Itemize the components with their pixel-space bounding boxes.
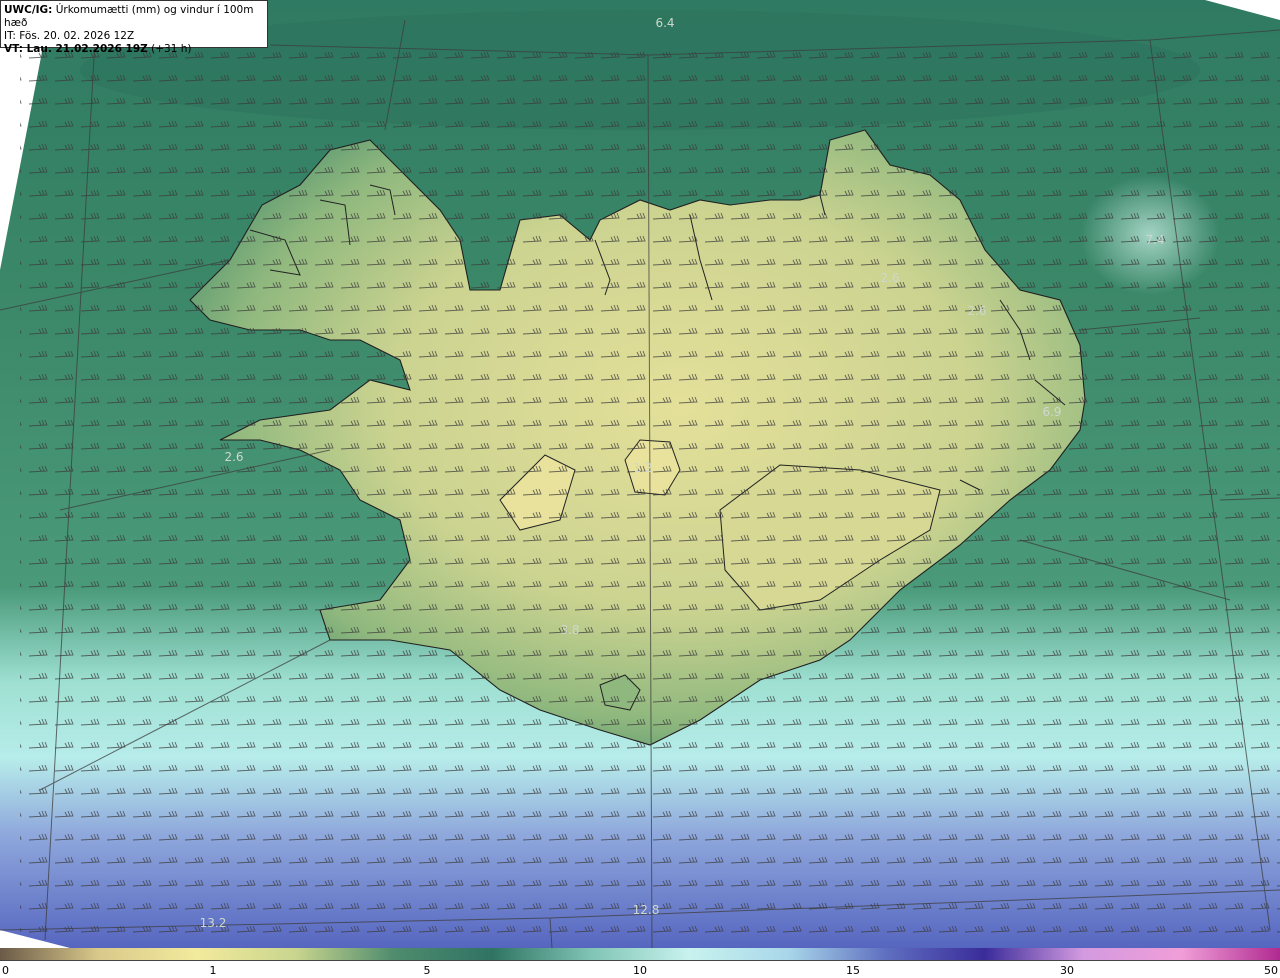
issue-time: IT: Fös. 20. 02. 2026 12Z — [4, 30, 135, 42]
valid-time-line: VT: Lau. 21.02.2026 19Z (+31 h) — [4, 43, 264, 56]
wind-barbs — [20, 40, 1280, 940]
value-northeast-2: 2.6 — [967, 304, 987, 318]
colorbar-tick-15: 15 — [846, 964, 860, 977]
colorbar-tick-1: 1 — [209, 964, 217, 977]
value-eastfjords: 6.9 — [1042, 405, 1062, 419]
model-label: UWC/IG: — [4, 4, 53, 16]
value-south-sea: 12.8 — [632, 903, 660, 917]
value-west: 2.6 — [224, 450, 244, 464]
map-title-box: UWC/IG: Úrkomumætti (mm) og vindur í 100… — [0, 0, 268, 55]
value-central: 1.2 — [633, 461, 653, 475]
lead-time: (+31 h) — [151, 43, 192, 55]
colorbar-tick-10: 10 — [633, 964, 647, 977]
colorbar-tick-5: 5 — [423, 964, 431, 977]
product-title: UWC/IG: Úrkomumætti (mm) og vindur í 100… — [4, 4, 264, 30]
colorbar-tick-30: 30 — [1060, 964, 1074, 977]
value-northeast-sea: 7.4 — [1145, 233, 1165, 247]
colorbar-tick-0: 0 — [2, 964, 9, 977]
weather-map: UWC/IG: Úrkomumætti (mm) og vindur í 100… — [0, 0, 1280, 948]
value-south: 3.8 — [560, 623, 580, 637]
value-northeast-1: 2.6 — [880, 271, 900, 285]
colorbar: 0 1 5 10 15 30 50 — [0, 948, 1280, 978]
value-southwest-sea: 13.2 — [199, 916, 227, 930]
colorbar-tick-50: 50 — [1264, 964, 1278, 977]
colorbar-strip — [0, 948, 1280, 961]
value-north: 6.4 — [655, 16, 675, 30]
valid-time: VT: Lau. 21.02.2026 19Z — [4, 43, 148, 55]
